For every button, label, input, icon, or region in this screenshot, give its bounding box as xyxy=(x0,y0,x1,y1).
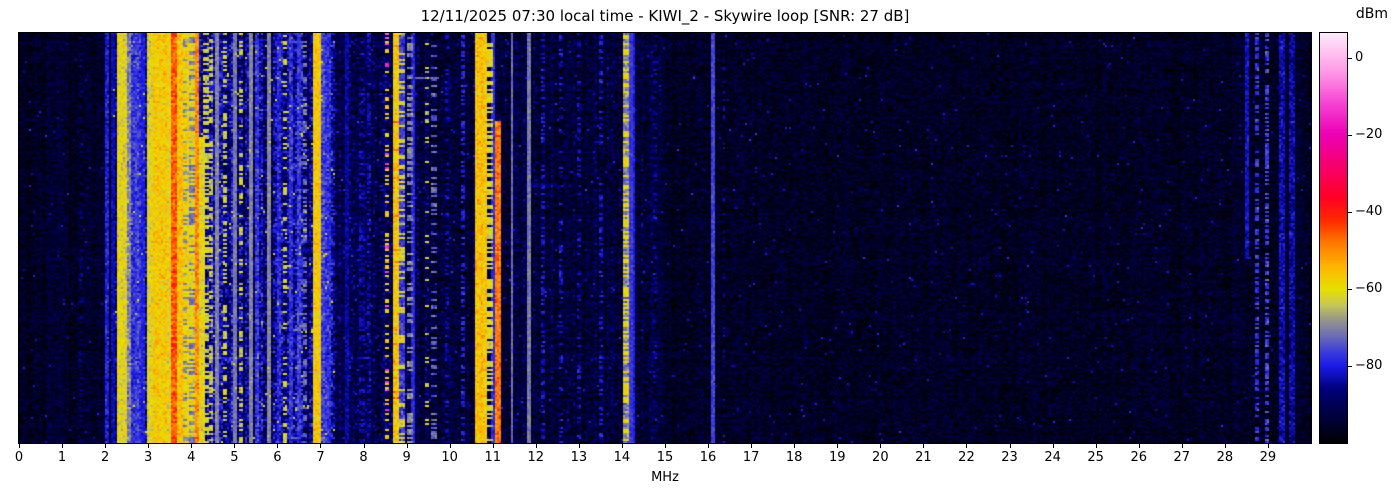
x-tick xyxy=(923,444,925,448)
x-tick xyxy=(191,444,193,448)
colorbar-tick xyxy=(1348,289,1352,291)
x-tick-label: 26 xyxy=(1130,450,1147,465)
x-tick xyxy=(708,444,710,448)
x-tick-label: 27 xyxy=(1173,450,1191,465)
x-tick xyxy=(363,444,365,448)
x-tick-label: 21 xyxy=(915,450,932,465)
x-tick-label: 14 xyxy=(613,450,631,465)
x-tick-label: 8 xyxy=(359,450,368,465)
x-tick xyxy=(1052,444,1054,448)
x-tick xyxy=(966,444,968,448)
x-tick-label: 12 xyxy=(527,450,545,465)
x-tick-label: 5 xyxy=(230,450,239,465)
x-tick xyxy=(1224,444,1226,448)
x-tick-label: 20 xyxy=(872,450,889,465)
x-tick xyxy=(277,444,279,448)
x-tick-label: 28 xyxy=(1216,450,1234,465)
x-tick-label: 25 xyxy=(1087,450,1104,465)
colorbar-tick-label: 0 xyxy=(1355,49,1364,65)
x-tick xyxy=(19,444,20,448)
plot-frame xyxy=(18,32,1312,444)
x-tick xyxy=(665,444,666,448)
colorbar-frame xyxy=(1319,32,1348,444)
x-tick-label: 6 xyxy=(273,450,282,465)
colorbar-tick-label: −40 xyxy=(1355,203,1383,219)
colorbar-tick-label: −20 xyxy=(1355,126,1383,142)
x-tick-label: 9 xyxy=(402,450,411,465)
colorbar-tick xyxy=(1348,366,1352,368)
x-tick-label: 18 xyxy=(785,450,803,465)
x-tick xyxy=(1009,444,1011,448)
x-tick-label: 10 xyxy=(441,450,458,465)
spectrogram-canvas xyxy=(19,33,1311,443)
x-tick-label: 0 xyxy=(14,450,24,465)
x-tick xyxy=(105,444,107,448)
x-tick xyxy=(320,444,322,448)
colorbar-unit-label: dBm xyxy=(1355,6,1389,22)
x-tick xyxy=(535,444,537,448)
x-tick xyxy=(794,444,796,448)
x-tick xyxy=(751,444,753,448)
x-tick-label: 23 xyxy=(1001,450,1018,465)
colorbar-tick xyxy=(1348,211,1352,213)
x-tick xyxy=(234,444,236,448)
colorbar-tick-label: −80 xyxy=(1355,358,1383,374)
colorbar-tick-label: −60 xyxy=(1355,281,1383,297)
x-tick-label: 16 xyxy=(699,450,717,465)
x-tick-label: 17 xyxy=(742,450,760,465)
x-tick xyxy=(1181,444,1183,448)
x-tick xyxy=(837,444,839,448)
spectrogram-figure: 12/11/2025 07:30 local time - KIWI_2 - S… xyxy=(0,0,1400,500)
x-tick-label: 2 xyxy=(100,450,110,465)
x-tick-label: 13 xyxy=(570,450,588,465)
x-axis-label: MHz xyxy=(651,470,679,485)
x-tick xyxy=(880,444,882,448)
colorbar-gradient xyxy=(1320,33,1347,443)
x-tick-label: 22 xyxy=(958,450,975,465)
x-tick xyxy=(449,444,451,448)
x-tick xyxy=(148,444,150,448)
x-tick-label: 29 xyxy=(1259,450,1277,465)
x-tick-label: 4 xyxy=(187,450,196,465)
x-tick xyxy=(578,444,580,448)
colorbar-tick xyxy=(1348,134,1352,136)
x-tick-label: 24 xyxy=(1044,450,1061,465)
x-tick-label: 11 xyxy=(484,450,501,465)
x-tick-label: 7 xyxy=(316,450,325,465)
chart-title: 12/11/2025 07:30 local time - KIWI_2 - S… xyxy=(420,7,910,25)
x-tick-label: 19 xyxy=(828,450,846,465)
x-tick xyxy=(492,444,494,448)
x-tick-label: 3 xyxy=(144,450,153,465)
x-tick xyxy=(1095,444,1097,448)
x-tick xyxy=(1267,444,1269,448)
x-tick xyxy=(621,444,623,448)
x-tick xyxy=(406,444,408,448)
colorbar-tick xyxy=(1348,57,1352,59)
x-tick xyxy=(1138,444,1140,448)
x-tick-label: 15 xyxy=(656,450,674,465)
x-tick xyxy=(62,444,64,448)
x-tick-label: 1 xyxy=(57,450,67,465)
